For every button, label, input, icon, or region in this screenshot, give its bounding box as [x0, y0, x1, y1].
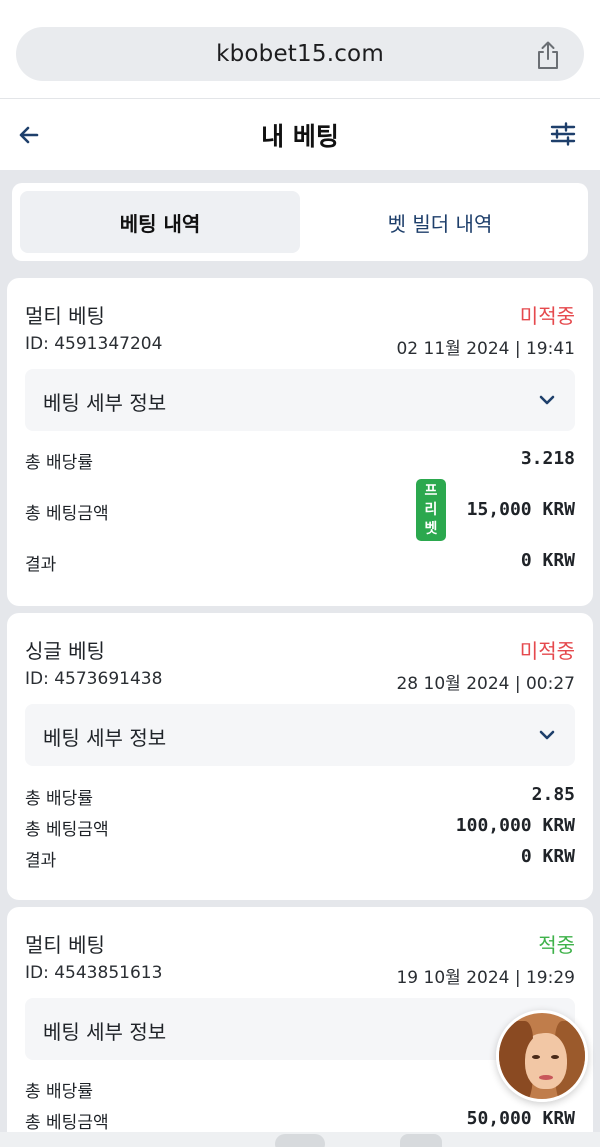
bet-card: 싱글 베팅 미적중 ID: 4573691438 28 10월 2024 | 0…: [7, 613, 593, 900]
total-stake-label: 총 베팅금액: [25, 820, 109, 840]
avatar-face: [525, 1033, 567, 1089]
toolbar-button[interactable]: [400, 1134, 442, 1147]
result-label: 결과: [25, 555, 57, 575]
sliders-icon: [550, 122, 576, 146]
tab-bet-history[interactable]: 베팅 내역: [20, 191, 300, 253]
toolbar-button[interactable]: [275, 1134, 325, 1147]
bet-type: 멀티 베팅: [25, 933, 105, 957]
bet-id: ID: 4573691438: [25, 669, 163, 689]
tab-bar: 베팅 내역 벳 빌더 내역: [12, 183, 588, 261]
bet-date: 02 11월 2024 | 19:41: [396, 339, 575, 359]
bet-id: ID: 4543851613: [25, 963, 163, 983]
avatar-eye: [532, 1055, 540, 1059]
bet-details-label: 베팅 세부 정보: [43, 391, 167, 415]
bet-status: 미적중: [519, 639, 575, 663]
bet-date: 28 10월 2024 | 00:27: [396, 674, 575, 694]
bet-status: 미적중: [519, 304, 575, 328]
result-value: 0 KRW: [520, 550, 575, 571]
freebet-char: 벳: [424, 520, 438, 537]
filter-button[interactable]: [548, 119, 578, 149]
page-title: 내 베팅: [261, 122, 339, 151]
chevron-down-icon: [539, 395, 555, 405]
total-stake-value: 50,000 KRW: [466, 1108, 575, 1129]
app-header: 내 베팅: [0, 98, 600, 170]
bet-details-toggle[interactable]: 베팅 세부 정보: [25, 998, 575, 1060]
total-stake-label: 총 베팅금액: [25, 504, 109, 524]
bet-details-toggle[interactable]: 베팅 세부 정보: [25, 369, 575, 431]
freebet-char: 프: [424, 482, 438, 499]
bet-id: ID: 4591347204: [25, 334, 163, 354]
total-stake-label: 총 베팅금액: [25, 1113, 109, 1133]
total-stake-value: 100,000 KRW: [455, 815, 575, 836]
result-label: 결과: [25, 851, 57, 871]
result-value: 0 KRW: [520, 846, 575, 867]
bet-date: 19 10월 2024 | 19:29: [396, 968, 575, 988]
total-odds-label: 총 배당률: [25, 1082, 93, 1102]
share-icon[interactable]: [534, 40, 562, 70]
bet-details-toggle[interactable]: 베팅 세부 정보: [25, 704, 575, 766]
bet-status: 적중: [538, 933, 575, 957]
bet-details-label: 베팅 세부 정보: [43, 1020, 167, 1044]
chevron-down-icon: [539, 730, 555, 740]
support-avatar[interactable]: [496, 1010, 588, 1102]
total-odds-label: 총 배당률: [25, 789, 93, 809]
url-text: kbobet15.com: [216, 41, 384, 67]
tabs-container: 베팅 내역 벳 빌더 내역: [0, 170, 600, 272]
freebet-badge: 프 리 벳: [416, 479, 446, 541]
total-stake-value: 15,000 KRW: [466, 499, 575, 520]
avatar-lip: [539, 1075, 553, 1080]
bet-details-label: 베팅 세부 정보: [43, 726, 167, 750]
freebet-char: 리: [424, 501, 438, 518]
tab-bet-builder-history[interactable]: 벳 빌더 내역: [300, 191, 580, 253]
bet-type: 싱글 베팅: [25, 639, 105, 663]
browser-bar: kbobet15.com: [0, 0, 600, 98]
page: kbobet15.com 내 베팅 베팅 내역 벳 빌더 내역 멀티 베팅 미적…: [0, 0, 600, 1147]
bet-type: 멀티 베팅: [25, 304, 105, 328]
total-odds-value: 3.218: [520, 448, 575, 469]
bet-card: 멀티 베팅 미적중 ID: 4591347204 02 11월 2024 | 1…: [7, 278, 593, 606]
total-odds-value: 2.85: [531, 784, 575, 805]
url-bar[interactable]: kbobet15.com: [16, 27, 584, 81]
total-odds-label: 총 배당률: [25, 453, 93, 473]
avatar-eye: [551, 1055, 559, 1059]
